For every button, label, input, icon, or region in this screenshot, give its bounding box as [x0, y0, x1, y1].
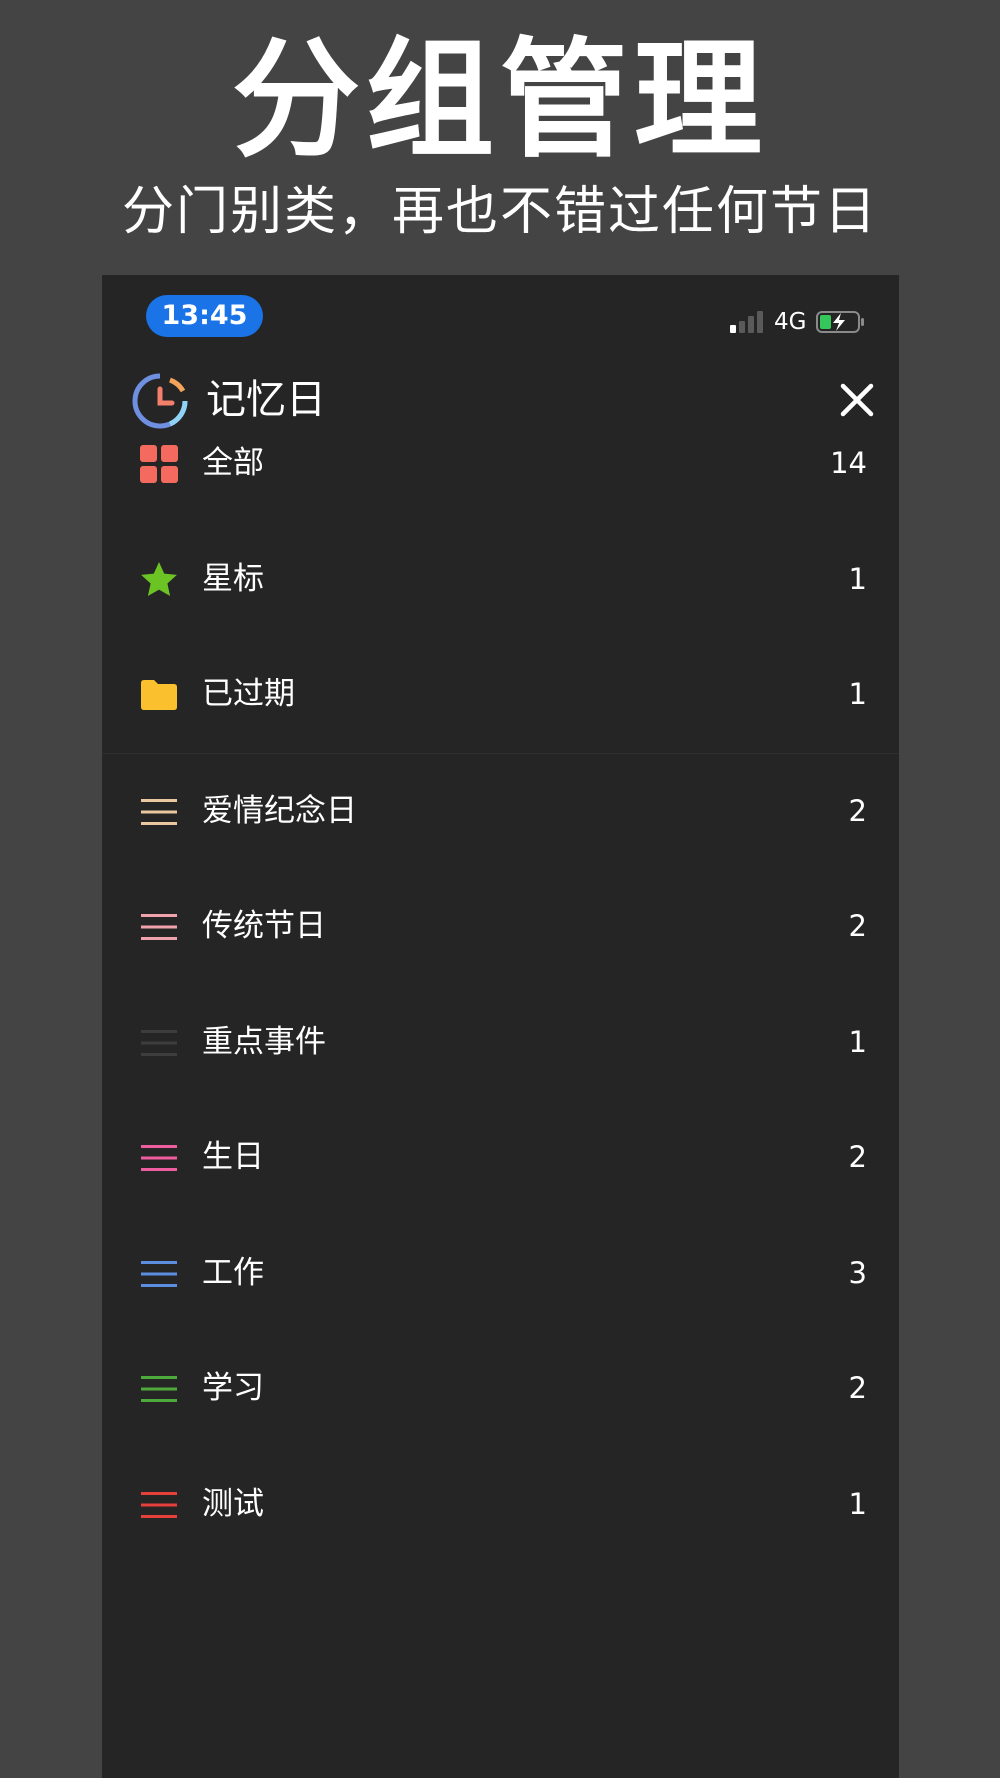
menu-item-label: 重点事件	[202, 1023, 326, 1060]
phone-screen: 13:45 4G 记忆日 全部 14 星标 1 已过期 1 爱情纪念日 2 传统…	[102, 275, 899, 1778]
menu-item-label: 生日	[202, 1139, 264, 1175]
lines-icon	[141, 1029, 177, 1056]
promo-title: 分组管理	[231, 26, 768, 175]
lines-icon	[141, 1260, 177, 1287]
menu-item-label: 工作	[202, 1254, 264, 1291]
menu-item-count: 1	[848, 677, 867, 711]
menu-item-label: 学习	[202, 1370, 264, 1406]
lines-icon	[141, 1491, 177, 1518]
menu-item-count: 2	[848, 909, 867, 943]
menu-item-count: 3	[848, 1255, 867, 1290]
menu-item-label: 传统节日	[202, 908, 326, 944]
menu-item-count: 1	[848, 561, 867, 596]
group-menu: 全部 14 星标 1 已过期 1 爱情纪念日 2 传统节日 2 重点事件 1 生…	[102, 406, 899, 1562]
lines-icon	[141, 1376, 177, 1402]
battery-charging-icon	[816, 311, 864, 333]
lines-icon	[141, 1145, 177, 1171]
menu-item-label: 测试	[202, 1485, 264, 1522]
menu-item-label: 星标	[202, 560, 264, 597]
menu-item-key-event[interactable]: 重点事件 1	[102, 985, 899, 1101]
grid-icon	[140, 445, 178, 483]
network-type: 4G	[774, 309, 807, 335]
signal-icon	[730, 311, 770, 333]
status-time: 13:45	[146, 295, 263, 337]
lines-icon	[141, 914, 177, 940]
menu-item-count: 2	[848, 1371, 867, 1405]
menu-item-starred[interactable]: 星标 1	[102, 522, 899, 638]
menu-item-work[interactable]: 工作 3	[102, 1216, 899, 1332]
menu-item-study[interactable]: 学习 2	[102, 1331, 899, 1447]
menu-item-traditional-festival[interactable]: 传统节日 2	[102, 869, 899, 985]
menu-item-label: 爱情纪念日	[202, 792, 357, 829]
menu-item-count: 2	[848, 793, 867, 828]
folder-icon	[141, 680, 177, 710]
menu-item-label: 全部	[202, 445, 264, 481]
menu-item-test[interactable]: 测试 1	[102, 1447, 899, 1563]
lines-icon	[141, 798, 177, 825]
menu-item-love-anniversary[interactable]: 爱情纪念日 2	[102, 754, 899, 870]
star-icon	[141, 561, 177, 596]
menu-item-count: 2	[848, 1140, 867, 1174]
menu-item-expired[interactable]: 已过期 1	[102, 637, 899, 753]
menu-item-count: 1	[848, 1024, 867, 1059]
menu-item-count: 1	[848, 1486, 867, 1521]
promo-subtitle: 分门别类，再也不错过任何节日	[121, 182, 878, 242]
menu-item-all[interactable]: 全部 14	[102, 406, 899, 522]
menu-item-birthday[interactable]: 生日 2	[102, 1100, 899, 1216]
menu-item-label: 已过期	[202, 676, 295, 712]
menu-item-count: 14	[830, 446, 867, 480]
status-bar: 13:45 4G	[102, 275, 899, 355]
